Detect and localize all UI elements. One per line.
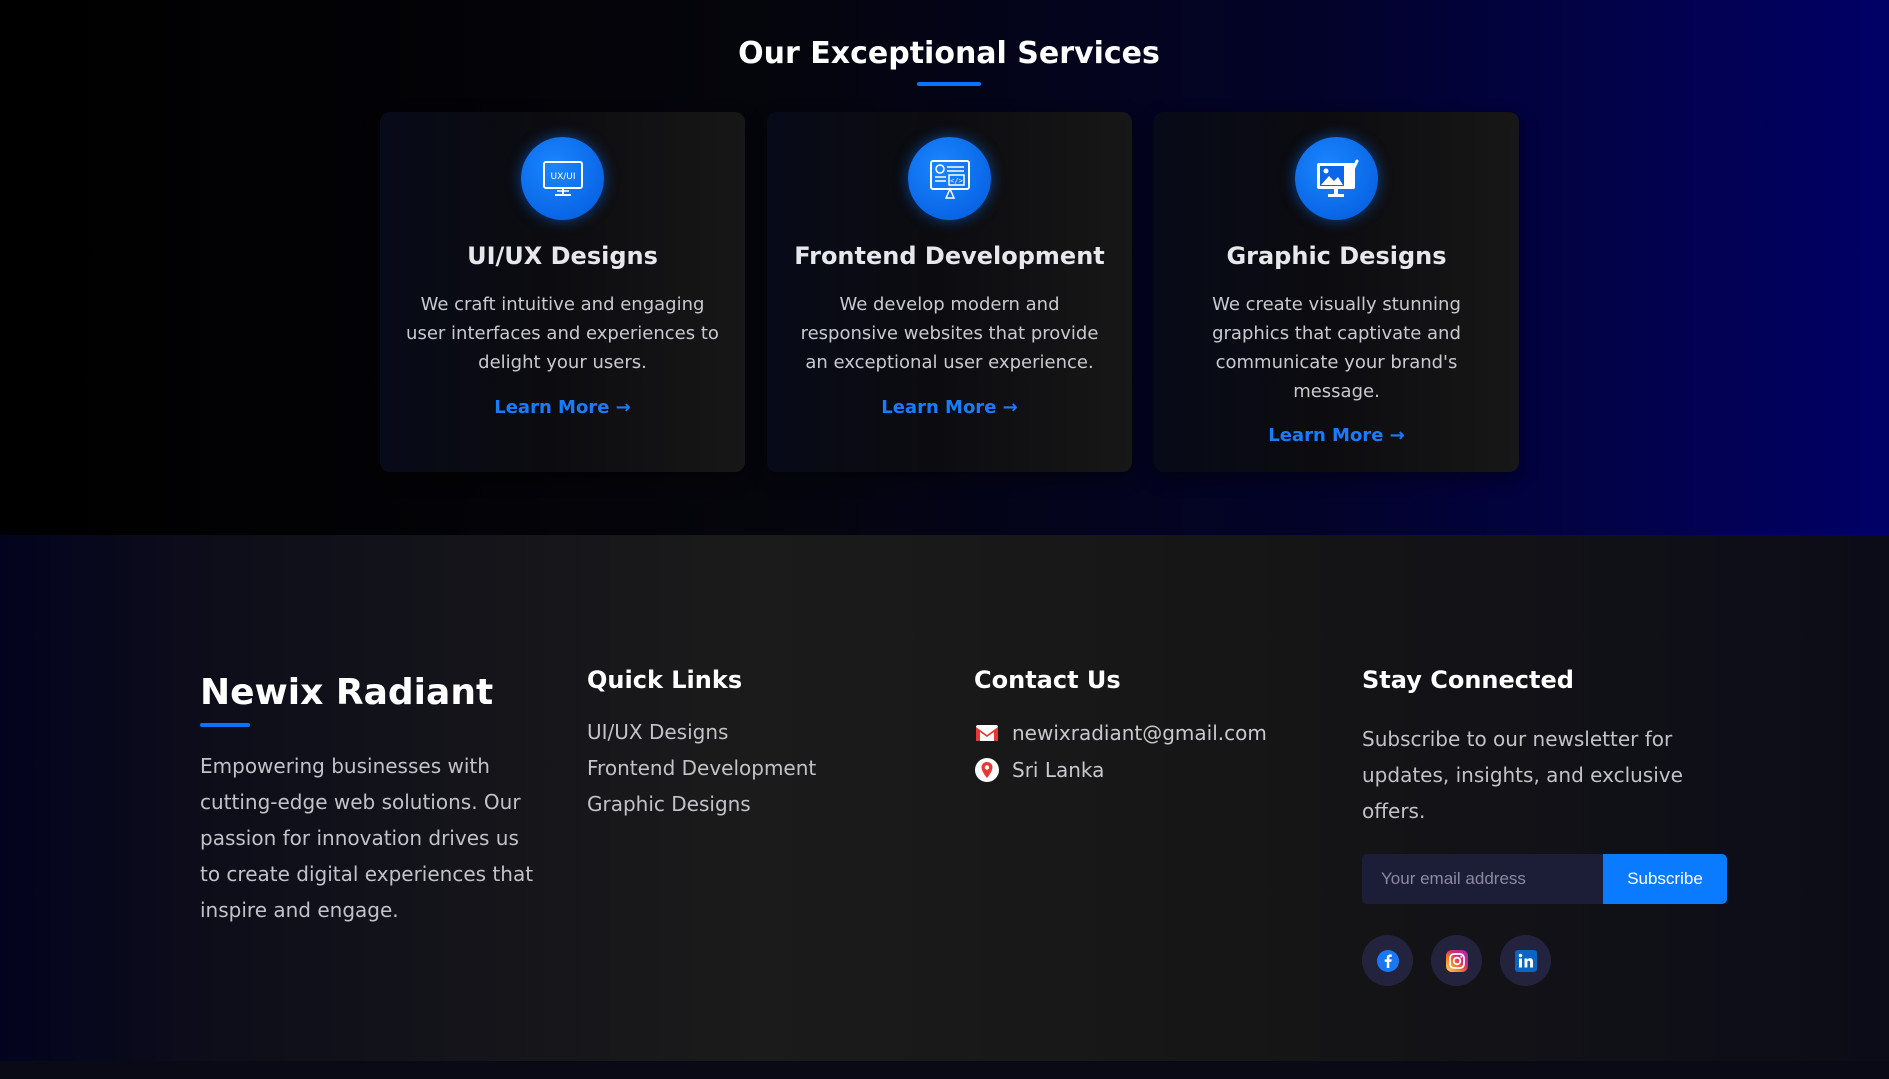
code-monitor-icon: </> [908,137,991,220]
instagram-icon[interactable] [1431,935,1482,986]
footer-brand-name: Newix Radiant [200,672,494,713]
newsletter-email-input[interactable] [1362,854,1604,904]
card-title: Frontend Development [794,242,1105,270]
brand-underline [200,723,250,727]
linkedin-icon[interactable] [1500,935,1551,986]
card-title: UI/UX Designs [467,242,658,270]
contact-location: Sri Lanka [1012,758,1105,782]
svg-text:</>: </> [950,177,963,185]
contact-heading: Contact Us [974,666,1121,694]
service-card-graphic: Graphic Designs We create visually stunn… [1154,112,1519,472]
gmail-icon [974,720,1000,746]
learn-more-link[interactable]: Learn More → [767,397,1132,418]
footer-bottom-bar [0,1061,1889,1079]
contact-location-row: Sri Lanka [974,757,1104,783]
graphic-design-monitor-icon [1295,137,1378,220]
uiux-monitor-icon: UX/UI [521,137,604,220]
quick-link-graphic[interactable]: Graphic Designs [587,792,751,816]
service-card-frontend: </> Frontend Development We develop mode… [767,112,1132,472]
learn-more-link[interactable]: Learn More → [1154,425,1519,446]
uiux-icon-label: UX/UI [550,172,575,182]
card-description: We create visually stunning graphics tha… [1212,294,1461,402]
title-underline [917,82,981,86]
card-title: Graphic Designs [1226,242,1447,270]
quick-link-uiux[interactable]: UI/UX Designs [587,720,728,744]
learn-more-link[interactable]: Learn More → [380,397,745,418]
stay-connected-heading: Stay Connected [1362,666,1574,694]
facebook-icon[interactable] [1362,935,1413,986]
footer-brand-description: Empowering businesses with cutting-edge … [200,754,534,922]
subscribe-button[interactable]: Subscribe [1603,854,1727,904]
quick-link-frontend[interactable]: Frontend Development [587,756,816,780]
service-card-uiux: UX/UI UI/UX Designs We craft intuitive a… [380,112,745,472]
quick-links-heading: Quick Links [587,666,743,694]
services-title: Our Exceptional Services [738,36,1160,71]
card-description: We develop modern and responsive website… [800,294,1099,373]
card-description: We craft intuitive and engaging user int… [406,294,719,373]
contact-email[interactable]: newixradiant@gmail.com [1012,721,1267,745]
services-section: Our Exceptional Services UX/UI UI/UX Des… [0,0,1889,535]
contact-email-row: newixradiant@gmail.com [974,720,1267,746]
newsletter-description: Subscribe to our newsletter for updates,… [1362,727,1683,823]
map-pin-icon [974,757,1000,783]
